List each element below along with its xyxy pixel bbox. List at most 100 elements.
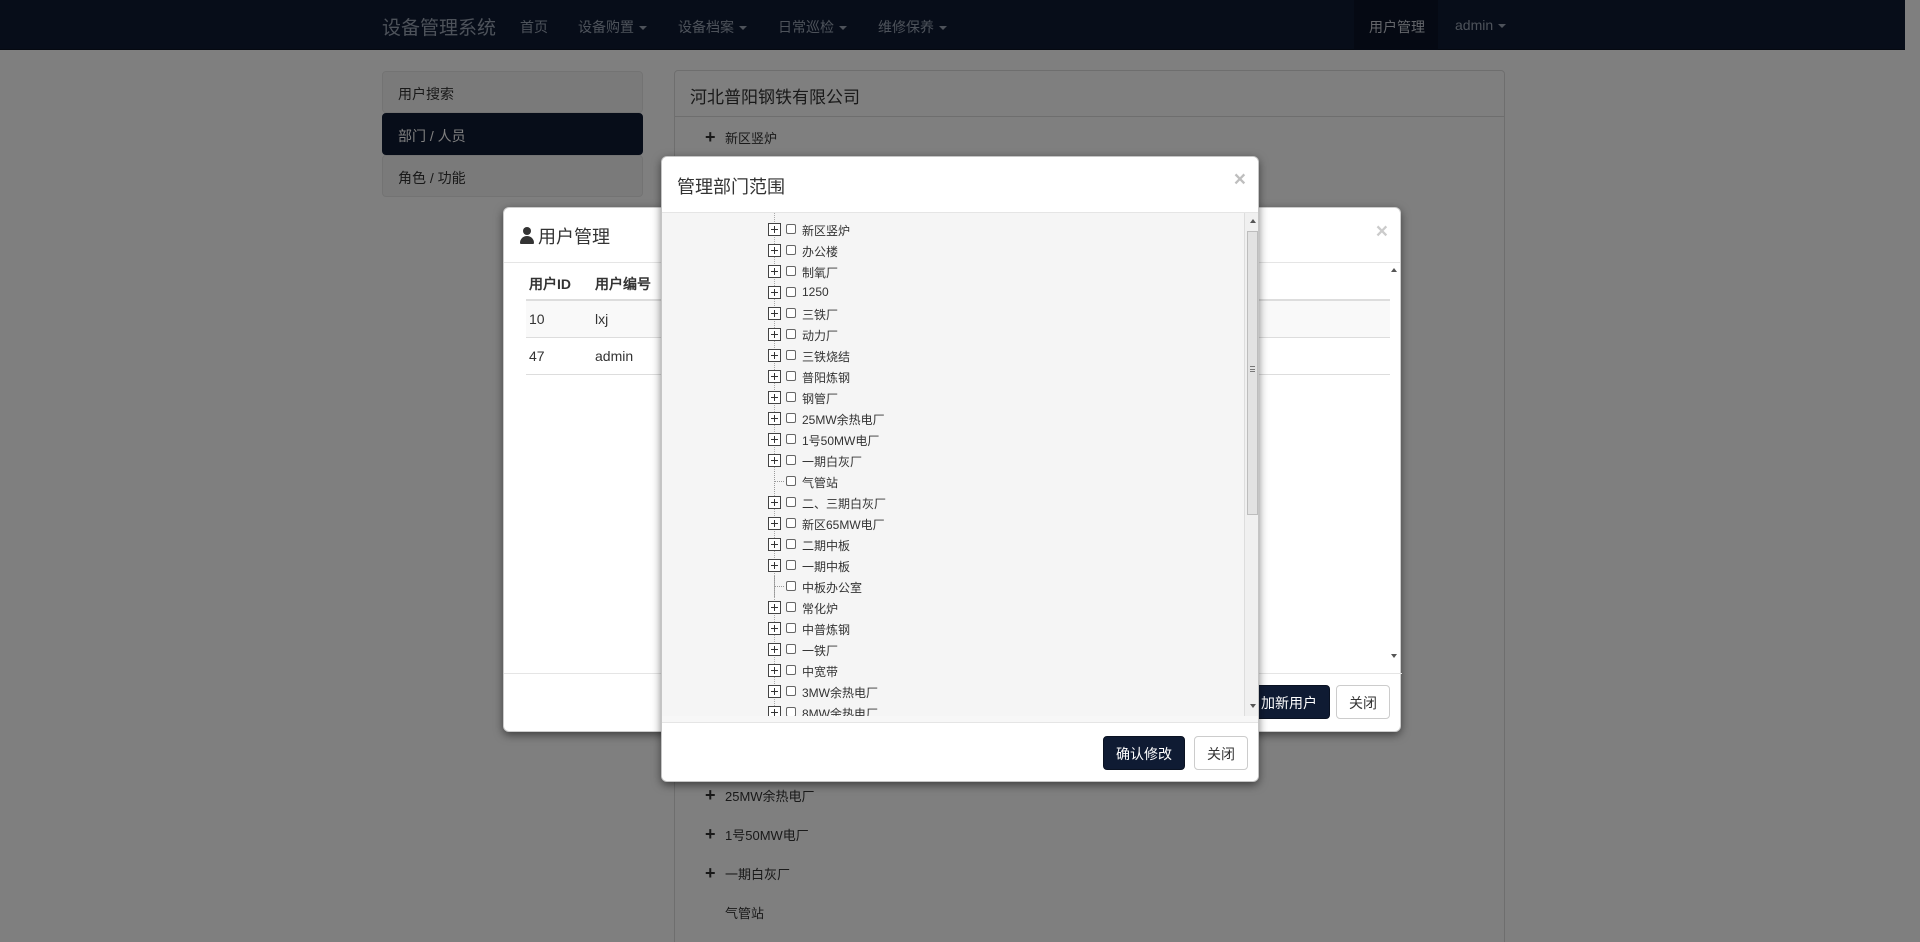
- tree-node-label[interactable]: 气管站: [802, 474, 838, 491]
- expand-plus-icon[interactable]: [768, 433, 781, 446]
- tree-scrollbar[interactable]: [1244, 213, 1258, 716]
- tree-node[interactable]: 普阳炼钢: [768, 366, 1068, 387]
- tree-node-label[interactable]: 新区65MW电厂: [802, 516, 885, 533]
- tree-node[interactable]: 一期中板: [768, 555, 1068, 576]
- expand-plus-icon[interactable]: [768, 223, 781, 236]
- expand-plus-icon[interactable]: [768, 706, 781, 716]
- tree-node-label[interactable]: 中宽带: [802, 663, 838, 680]
- tree-node[interactable]: 中宽带: [768, 660, 1068, 681]
- expand-plus-icon[interactable]: [768, 454, 781, 467]
- tree-node[interactable]: 1号50MW电厂: [768, 429, 1068, 450]
- tree-node[interactable]: 一期白灰厂: [768, 450, 1068, 471]
- node-checkbox[interactable]: [786, 707, 796, 716]
- node-checkbox[interactable]: [786, 539, 796, 549]
- expand-plus-icon[interactable]: [768, 370, 781, 383]
- tree-node-label[interactable]: 一期白灰厂: [802, 453, 862, 470]
- node-checkbox[interactable]: [786, 623, 796, 633]
- tree-node[interactable]: 一铁厂: [768, 639, 1068, 660]
- tree-node-label[interactable]: 三铁烧结: [802, 348, 850, 365]
- expand-plus-icon[interactable]: [768, 643, 781, 656]
- tree-node[interactable]: 气管站: [768, 471, 1068, 492]
- tree-node[interactable]: 25MW余热电厂: [768, 408, 1068, 429]
- tree-node[interactable]: 中板办公室: [768, 576, 1068, 597]
- tree-node[interactable]: 钢管厂: [768, 387, 1068, 408]
- close-icon[interactable]: ×: [1234, 168, 1246, 192]
- tree-node-label[interactable]: 动力厂: [802, 327, 838, 344]
- expand-plus-icon[interactable]: [768, 412, 781, 425]
- expand-plus-icon[interactable]: [768, 391, 781, 404]
- node-checkbox[interactable]: [786, 581, 796, 591]
- tree-node-label[interactable]: 25MW余热电厂: [802, 411, 885, 428]
- tree-node-label[interactable]: 制氧厂: [802, 264, 838, 281]
- node-checkbox[interactable]: [786, 497, 796, 507]
- tree-node[interactable]: 动力厂: [768, 324, 1068, 345]
- expand-plus-icon[interactable]: [768, 685, 781, 698]
- expand-plus-icon[interactable]: [768, 265, 781, 278]
- node-checkbox[interactable]: [786, 308, 796, 318]
- close-button[interactable]: 关闭: [1194, 736, 1248, 770]
- node-checkbox[interactable]: [786, 371, 796, 381]
- tree-node[interactable]: 二期中板: [768, 534, 1068, 555]
- tree-node[interactable]: 常化炉: [768, 597, 1068, 618]
- tree-node[interactable]: 二、三期白灰厂: [768, 492, 1068, 513]
- node-checkbox[interactable]: [786, 392, 796, 402]
- expand-plus-icon[interactable]: [768, 622, 781, 635]
- expand-plus-icon[interactable]: [768, 601, 781, 614]
- node-checkbox[interactable]: [786, 413, 796, 423]
- node-checkbox[interactable]: [786, 686, 796, 696]
- tree-node-label[interactable]: 1号50MW电厂: [802, 432, 879, 449]
- node-checkbox[interactable]: [786, 287, 796, 297]
- expand-plus-icon[interactable]: [768, 244, 781, 257]
- tree-node[interactable]: 8MW余热电厂: [768, 702, 1068, 716]
- expand-plus-icon[interactable]: [768, 349, 781, 362]
- tree-node-label[interactable]: 一铁厂: [802, 642, 838, 659]
- tree-node-label[interactable]: 8MW余热电厂: [802, 705, 878, 716]
- expand-plus-icon[interactable]: [768, 328, 781, 341]
- tree-node-label[interactable]: 常化炉: [802, 600, 838, 617]
- tree-node-label[interactable]: 3MW余热电厂: [802, 684, 878, 701]
- node-checkbox[interactable]: [786, 644, 796, 654]
- expand-plus-icon[interactable]: [768, 496, 781, 509]
- tree-node[interactable]: 新区65MW电厂: [768, 513, 1068, 534]
- tree-node-label[interactable]: 三铁厂: [802, 306, 838, 323]
- tree-node[interactable]: 新区竖炉: [768, 219, 1068, 240]
- expand-plus-icon[interactable]: [768, 307, 781, 320]
- tree-node-label[interactable]: 二、三期白灰厂: [802, 495, 886, 512]
- tree-node[interactable]: 1250: [768, 282, 1068, 303]
- tree-node-label[interactable]: 新区竖炉: [802, 222, 850, 239]
- tree-node[interactable]: 中普炼钢: [768, 618, 1068, 639]
- node-checkbox[interactable]: [786, 224, 796, 234]
- node-checkbox[interactable]: [786, 434, 796, 444]
- scroll-down-icon[interactable]: [1250, 704, 1256, 708]
- scroll-thumb[interactable]: [1247, 231, 1258, 515]
- node-checkbox[interactable]: [786, 665, 796, 675]
- tree-node[interactable]: 制氧厂: [768, 261, 1068, 282]
- expand-plus-icon[interactable]: [768, 559, 781, 572]
- expand-plus-icon[interactable]: [768, 664, 781, 677]
- tree-node-label[interactable]: 二期中板: [802, 537, 850, 554]
- tree-node-label[interactable]: 中板办公室: [802, 579, 862, 596]
- tree-node[interactable]: 三铁厂: [768, 303, 1068, 324]
- scroll-up-icon[interactable]: [1250, 219, 1256, 223]
- expand-plus-icon[interactable]: [768, 538, 781, 551]
- node-checkbox[interactable]: [786, 350, 796, 360]
- tree-node-label[interactable]: 一期中板: [802, 558, 850, 575]
- expand-plus-icon[interactable]: [768, 286, 781, 299]
- tree-node-label[interactable]: 中普炼钢: [802, 621, 850, 638]
- node-checkbox[interactable]: [786, 329, 796, 339]
- node-checkbox[interactable]: [786, 602, 796, 612]
- tree-node-label[interactable]: 钢管厂: [802, 390, 838, 407]
- confirm-change-button[interactable]: 确认修改: [1103, 736, 1185, 770]
- tree-node[interactable]: 3MW余热电厂: [768, 681, 1068, 702]
- tree-node-label[interactable]: 办公楼: [802, 243, 838, 260]
- tree-node[interactable]: 办公楼: [768, 240, 1068, 261]
- tree-node-label[interactable]: 普阳炼钢: [802, 369, 850, 386]
- tree-node[interactable]: 三铁烧结: [768, 345, 1068, 366]
- tree-node-label[interactable]: 1250: [802, 285, 829, 299]
- expand-plus-icon[interactable]: [768, 517, 781, 530]
- node-checkbox[interactable]: [786, 518, 796, 528]
- node-checkbox[interactable]: [786, 560, 796, 570]
- node-checkbox[interactable]: [786, 455, 796, 465]
- node-checkbox[interactable]: [786, 266, 796, 276]
- node-checkbox[interactable]: [786, 245, 796, 255]
